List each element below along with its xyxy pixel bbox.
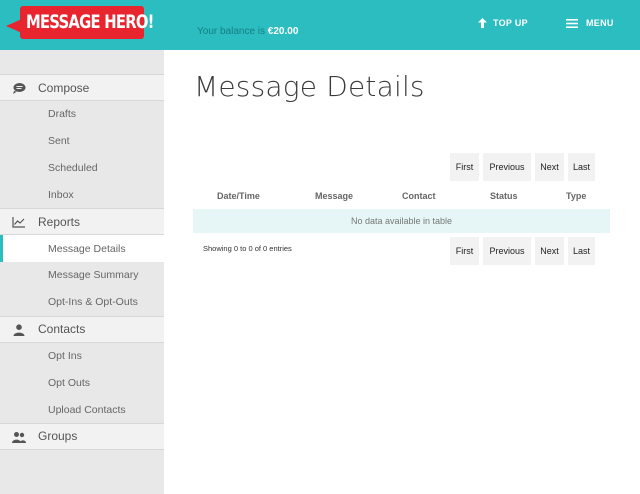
- previous-page-button[interactable]: Previous: [483, 237, 531, 265]
- pagination-top: First Previous Next Last: [450, 153, 595, 181]
- person-icon: [13, 323, 25, 336]
- chat-bubble-icon: [13, 83, 26, 94]
- last-page-button[interactable]: Last: [568, 153, 595, 181]
- sidebar-section-label: Compose: [38, 80, 90, 95]
- entries-info: Showing 0 to 0 of 0 entries: [203, 244, 292, 253]
- top-up-button[interactable]: TOP UP: [478, 16, 528, 30]
- balance-display: Your balance is €20.00: [197, 26, 298, 37]
- column-header-type[interactable]: Type: [566, 191, 586, 201]
- app-header: MESSAGE HERO! Your balance is €20.00 TOP…: [0, 0, 640, 50]
- sidebar-section-contacts[interactable]: Contacts: [0, 315, 164, 343]
- sidebar: Compose Drafts Sent Scheduled Inbox Repo…: [0, 50, 164, 494]
- sidebar-item-sent[interactable]: Sent: [0, 128, 164, 155]
- sidebar-item-opt-ins[interactable]: Opt Ins: [0, 343, 164, 370]
- sidebar-section-label: Contacts: [38, 322, 86, 337]
- sidebar-item-upload-contacts[interactable]: Upload Contacts: [0, 396, 164, 423]
- top-up-label: TOP UP: [493, 18, 528, 28]
- column-header-message[interactable]: Message: [315, 191, 353, 201]
- sidebar-section-reports[interactable]: Reports: [0, 208, 164, 236]
- logo[interactable]: MESSAGE HERO!: [6, 6, 154, 39]
- sidebar-section-compose[interactable]: Compose: [0, 74, 164, 101]
- column-header-contact[interactable]: Contact: [402, 191, 436, 201]
- page-title: Message Details: [194, 70, 425, 103]
- previous-page-button[interactable]: Previous: [483, 153, 531, 181]
- balance-value: €20.00: [267, 26, 299, 37]
- sidebar-item-message-details[interactable]: Message Details: [0, 235, 164, 262]
- table-empty-row: No data available in table: [193, 209, 610, 233]
- sidebar-item-message-summary[interactable]: Message Summary: [0, 262, 164, 289]
- menu-button[interactable]: MENU: [566, 16, 614, 30]
- first-page-button[interactable]: First: [450, 153, 479, 181]
- people-icon: [12, 431, 26, 443]
- hamburger-icon: [566, 18, 578, 28]
- logo-text: MESSAGE HERO!: [26, 11, 154, 33]
- next-page-button[interactable]: Next: [535, 237, 564, 265]
- sidebar-item-inbox[interactable]: Inbox: [0, 181, 164, 208]
- next-page-button[interactable]: Next: [535, 153, 564, 181]
- column-header-date-time[interactable]: Date/Time: [217, 191, 260, 201]
- balance-label: Your balance is: [197, 26, 268, 37]
- sidebar-section-label: Groups: [38, 429, 78, 444]
- pagination-bottom: First Previous Next Last: [450, 237, 595, 265]
- sidebar-item-drafts[interactable]: Drafts: [0, 101, 164, 128]
- column-header-status[interactable]: Status: [490, 191, 518, 201]
- menu-label: MENU: [586, 18, 614, 28]
- table-header-row: Date/Time Message Contact Status Type: [193, 186, 610, 206]
- first-page-button[interactable]: First: [450, 237, 479, 265]
- last-page-button[interactable]: Last: [568, 237, 595, 265]
- sidebar-section-label: Reports: [38, 214, 81, 229]
- sidebar-item-scheduled[interactable]: Scheduled: [0, 155, 164, 182]
- sidebar-section-groups[interactable]: Groups: [0, 422, 164, 450]
- sidebar-item-opt-outs[interactable]: Opt Outs: [0, 369, 164, 396]
- sidebar-item-opt-ins-opt-outs[interactable]: Opt-Ins & Opt-Outs: [0, 289, 164, 316]
- line-chart-icon: [12, 217, 25, 228]
- arrow-up-icon: [478, 18, 487, 28]
